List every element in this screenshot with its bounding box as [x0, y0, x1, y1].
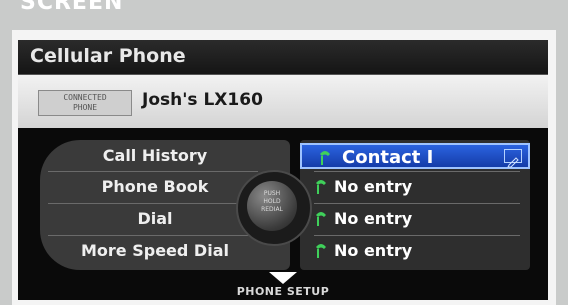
- speed-dial-label: No entry: [334, 177, 413, 196]
- interface-dial-knob[interactable]: PUSH HOLD REDIAL: [247, 181, 297, 231]
- badge-line-2: PHONE: [72, 103, 98, 112]
- phone-handset-icon: [316, 180, 326, 194]
- knob-label-line-2: HOLD: [263, 198, 281, 205]
- title-bar: Cellular Phone: [18, 40, 548, 75]
- menu-divider: [48, 235, 258, 236]
- knob-label-line-1: PUSH: [263, 190, 281, 197]
- menu-item-more-speed-dial[interactable]: More Speed Dial: [40, 238, 270, 264]
- badge-line-1: CONNECTED: [63, 93, 107, 102]
- speed-dial-divider: [314, 171, 520, 172]
- speed-dial-divider: [314, 203, 520, 204]
- speed-dial-label: Contact I: [342, 147, 434, 168]
- menu-divider: [48, 171, 258, 172]
- speed-dial-entry-3[interactable]: No entry: [300, 206, 530, 232]
- down-arrow-icon[interactable]: [269, 272, 297, 284]
- phone-handset-icon: [316, 244, 326, 258]
- menu-item-call-history[interactable]: Call History: [40, 143, 270, 169]
- speed-dial-entry-4[interactable]: No entry: [300, 238, 530, 264]
- speed-dial-entry-2[interactable]: No entry: [300, 174, 530, 200]
- navigation-screen: Cellular Phone CONNECTED PHONE Josh's LX…: [18, 40, 548, 300]
- connected-phone-name: Josh's LX160: [142, 90, 263, 110]
- phone-handset-icon: [316, 212, 326, 226]
- phone-setup-label[interactable]: PHONE SETUP: [18, 285, 548, 298]
- page-title: Cellular Phone: [30, 45, 186, 67]
- menu-divider: [48, 203, 258, 204]
- screen-header-label: SCREEN: [20, 0, 124, 15]
- speed-dial-label: No entry: [334, 209, 413, 228]
- phone-menu-area: Call History Phone Book Dial More Speed …: [18, 130, 548, 300]
- speed-dial-entry-1[interactable]: Contact I: [300, 143, 530, 169]
- menu-item-phone-book[interactable]: Phone Book: [40, 174, 270, 200]
- edit-icon: [504, 149, 522, 168]
- knob-label-line-3: REDIAL: [261, 206, 283, 213]
- speed-dial-divider: [314, 235, 520, 236]
- phone-handset-icon: [320, 151, 330, 165]
- connection-bar: CONNECTED PHONE Josh's LX160: [18, 75, 548, 128]
- connected-phone-badge: CONNECTED PHONE: [38, 90, 132, 116]
- speed-dial-label: No entry: [334, 241, 413, 260]
